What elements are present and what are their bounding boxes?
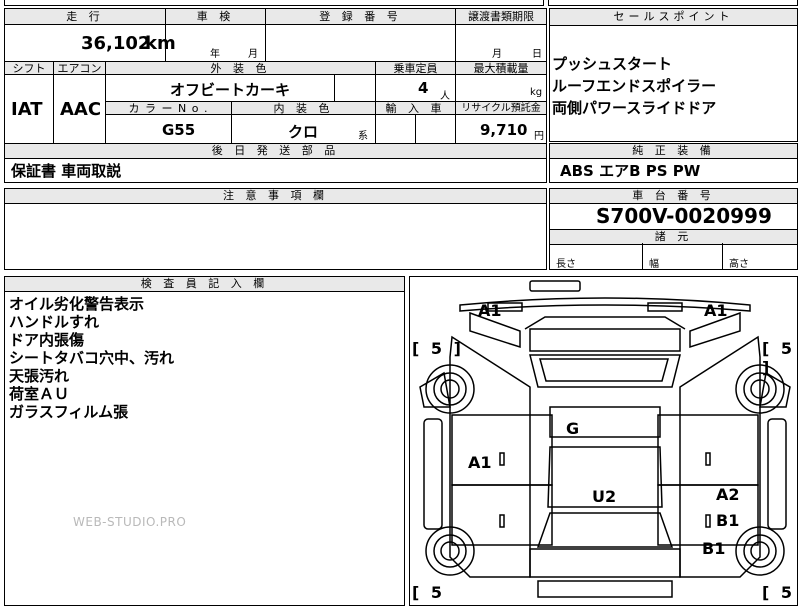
label-tire-rr: [ 5 <box>762 583 796 602</box>
import-header: 輸 入 車 <box>375 101 455 115</box>
later-parts-box: 後 日 発 送 部 品 保証書 車両取説 <box>4 143 547 183</box>
later-parts-header: 後 日 発 送 部 品 <box>5 144 546 159</box>
notes-header: 注 意 事 項 欄 <box>5 189 546 204</box>
recycle-header: リサイクル預託金 <box>455 101 546 115</box>
label-right-rear-2: B1 <box>716 511 740 530</box>
registration-cell <box>265 25 455 61</box>
remark-item: ガラスフィルム張 <box>9 403 129 421</box>
shaken-year-unit: 年 <box>210 49 220 60</box>
transfer-month-unit: 月 <box>492 49 502 60</box>
aircon-cell: AAC <box>53 75 105 143</box>
capacity-header: 乗車定員 <box>375 61 455 75</box>
sales-point-item: プッシュスタート <box>552 55 673 73</box>
exterior-header: 外 装 色 <box>105 61 375 75</box>
shift-header: シフト <box>5 61 53 75</box>
inspector-header: 検 査 員 記 入 欄 <box>5 277 404 292</box>
shaken-month-unit: 月 <box>248 49 258 60</box>
car-diagram <box>419 280 791 598</box>
dim-length-label: 長さ <box>556 259 576 270</box>
label-front-left: A1 <box>478 301 502 320</box>
registration-header: 登 録 番 号 <box>265 9 455 25</box>
top-strip <box>4 0 544 6</box>
standard-equipment-header: 純 正 装 備 <box>550 144 797 159</box>
label-right-rear-1: A2 <box>716 485 740 504</box>
mileage-header: 走 行 <box>5 9 165 25</box>
remark-item: オイル劣化警告表示 <box>9 295 145 313</box>
dim-height-label: 高さ <box>729 259 749 270</box>
info-table: 走 行 車 検 登 録 番 号 譲渡書類期限 36,102 km 年 月 月 日… <box>4 8 547 144</box>
label-tire-fr: [ 5 ] <box>762 339 796 377</box>
label-right-rear-3: B1 <box>702 539 726 558</box>
shift-cell: IAT <box>5 75 53 143</box>
aircon-value: AAC <box>60 99 102 120</box>
remark-item: ドア内張傷 <box>9 331 85 349</box>
label-tire-fl: [ 5 ] <box>412 339 464 358</box>
capacity-unit: 人 <box>440 91 450 102</box>
interior-suffix: 系 <box>358 131 368 142</box>
interior-cell: クロ 系 <box>231 115 375 143</box>
shift-value: IAT <box>11 99 43 120</box>
interior-header: 内 装 色 <box>231 101 375 115</box>
transfer-cell: 月 日 <box>455 25 546 61</box>
dim-length: 長さ <box>550 243 642 270</box>
capacity-value: 4 <box>418 79 429 97</box>
remark-item: ハンドルすれ <box>9 313 100 331</box>
later-parts-value: 保証書 車両取説 <box>11 162 122 180</box>
import-cell <box>375 115 415 143</box>
label-roof: G <box>566 419 580 438</box>
watermark: WEB-STUDIO.PRO <box>73 515 187 529</box>
load-header: 最大積載量 <box>455 61 546 75</box>
remark-item: 天張汚れ <box>9 367 70 385</box>
dim-width-label: 幅 <box>649 259 659 270</box>
shaken-header: 車 検 <box>165 9 265 25</box>
colorno-cell: G55 <box>105 115 231 143</box>
aircon-header: エアコン <box>53 61 105 75</box>
label-left-door: A1 <box>468 453 492 472</box>
mileage-value: 36,102 <box>81 33 151 54</box>
dim-height: 高さ <box>722 243 797 270</box>
sales-points-box: セールスポイント プッシュスタート ルーフエンドスポイラー 両側パワースライドド… <box>549 8 798 142</box>
shaken-cell: 年 月 <box>165 25 265 61</box>
transfer-day-unit: 日 <box>532 49 542 60</box>
recycle-value: 9,710 <box>480 121 528 139</box>
remark-item: 荷室ＡＵ <box>9 385 70 403</box>
load-unit: kg <box>530 87 543 98</box>
transfer-header: 譲渡書類期限 <box>455 9 546 25</box>
sales-points-list: プッシュスタート ルーフエンドスポイラー 両側パワースライドドア <box>552 53 716 119</box>
sales-point-item: ルーフエンドスポイラー <box>552 77 717 95</box>
dim-width: 幅 <box>642 243 722 270</box>
inspector-remarks: オイル劣化警告表示 ハンドルすれ ドア内張傷 シートタバコ穴中、汚れ 天張汚れ … <box>9 295 174 421</box>
chassis-box: 車 台 番 号 S700V-0020999 諸 元 長さ 幅 高さ <box>549 188 798 270</box>
notes-box: 注 意 事 項 欄 <box>4 188 547 270</box>
standard-equipment-value: ABS エアB PS PW <box>560 162 701 180</box>
colorno-header: カ ラ ー N o . <box>105 101 231 115</box>
label-floor: U2 <box>592 487 617 506</box>
exterior-sub <box>334 75 376 101</box>
standard-equipment-box: 純 正 装 備 ABS エアB PS PW <box>549 143 798 183</box>
label-tire-rl: [ 5 <box>412 583 446 602</box>
top-strip-right <box>548 0 798 6</box>
capacity-cell: 4 人 <box>375 75 455 102</box>
label-front-right: A1 <box>704 301 728 320</box>
recycle-cell: 9,710 円 <box>455 115 546 143</box>
load-cell: kg <box>455 75 546 101</box>
exterior-cell: オフビートカーキ <box>105 75 375 101</box>
exterior-value: オフビートカーキ <box>170 81 291 99</box>
sales-points-header: セールスポイント <box>550 9 797 26</box>
recycle-unit: 円 <box>534 131 544 142</box>
mileage-cell: 36,102 km <box>5 25 176 61</box>
chassis-value: S700V-0020999 <box>596 204 772 228</box>
sales-point-item: 両側パワースライドドア <box>552 99 717 117</box>
colorno-value: G55 <box>162 121 196 139</box>
interior-value: クロ <box>288 123 319 141</box>
import-cell-2 <box>415 115 455 143</box>
inspector-box: 検 査 員 記 入 欄 オイル劣化警告表示 ハンドルすれ ドア内張傷 シートタバ… <box>4 276 405 606</box>
remark-item: シートタバコ穴中、汚れ <box>9 349 175 367</box>
chassis-header: 車 台 番 号 <box>550 189 797 204</box>
car-diagram-box: A1 A1 [ 5 ] [ 5 ] G A1 U2 A2 B1 B1 [ 5 [… <box>409 276 798 606</box>
